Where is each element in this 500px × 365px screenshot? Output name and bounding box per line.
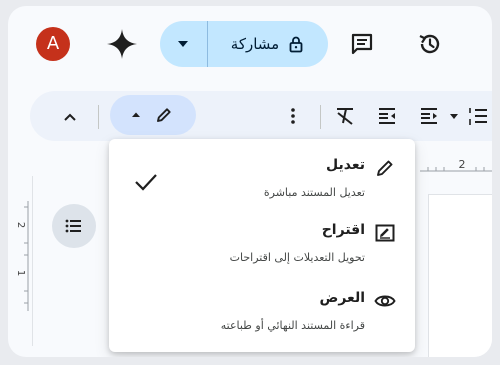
pencil-icon	[377, 160, 393, 176]
vertical-ruler: 2 1	[16, 201, 29, 311]
app-window: A مشاركة 2 2 1 تعديل تعديل المستند مباشر…	[8, 6, 492, 357]
menu-item-description: تعديل المستند مباشرة	[263, 186, 365, 199]
toolbar-separator	[320, 105, 321, 129]
lock-icon	[289, 36, 303, 53]
checkmark-icon	[135, 174, 157, 191]
horizontal-ruler: 2	[420, 158, 492, 172]
share-button[interactable]: مشاركة	[208, 21, 328, 67]
indent-decrease-icon[interactable]	[418, 105, 440, 127]
menu-item-title: تعديل	[326, 157, 365, 173]
editing-mode-button[interactable]	[110, 95, 196, 135]
ruler-h-number: 2	[459, 158, 466, 171]
indent-increase-icon[interactable]	[376, 105, 398, 127]
account-avatar[interactable]: A	[36, 27, 70, 61]
chevron-up-icon[interactable]	[60, 107, 80, 127]
share-options-button[interactable]	[160, 21, 206, 67]
history-icon[interactable]	[416, 30, 444, 58]
clear-format-icon[interactable]	[334, 105, 356, 127]
gemini-sparkle-icon[interactable]	[106, 28, 138, 60]
menu-item-title: اقتراح	[321, 222, 365, 238]
comment-icon[interactable]	[348, 30, 376, 58]
more-vert-icon[interactable]	[282, 105, 304, 127]
menu-item-title: العرض	[319, 290, 366, 306]
editing-mode-menu: تعديل تعديل المستند مباشرة اقتراح تحويل …	[109, 139, 415, 352]
document-page[interactable]	[428, 194, 492, 357]
menu-item-suggesting[interactable]: اقتراح تحويل التعديلات إلى اقتراحات	[109, 209, 415, 275]
caret-down-icon	[178, 41, 188, 47]
share-button-group: مشاركة	[160, 21, 328, 67]
menu-item-description: قراءة المستند النهائي أو طباعته	[220, 319, 365, 332]
menu-item-viewing[interactable]: العرض قراءة المستند النهائي أو طباعته	[109, 277, 415, 343]
caret-up-icon	[132, 112, 140, 117]
eye-icon	[374, 295, 396, 307]
toolbar-separator	[98, 105, 99, 129]
numbered-list-icon[interactable]	[466, 105, 488, 127]
ruler-v-number-1: 1	[16, 270, 26, 276]
document-edge	[32, 176, 33, 346]
ruler-v-number-2: 2	[16, 222, 26, 228]
document-outline-button[interactable]	[52, 204, 96, 248]
outline-list-icon	[65, 219, 81, 233]
menu-item-editing[interactable]: تعديل تعديل المستند مباشرة	[109, 143, 415, 209]
suggest-icon	[375, 224, 395, 242]
pencil-icon	[157, 108, 171, 122]
list-dropdown-caret-icon[interactable]	[448, 105, 460, 127]
share-label: مشاركة	[230, 35, 280, 53]
menu-item-description: تحويل التعديلات إلى اقتراحات	[229, 251, 365, 264]
